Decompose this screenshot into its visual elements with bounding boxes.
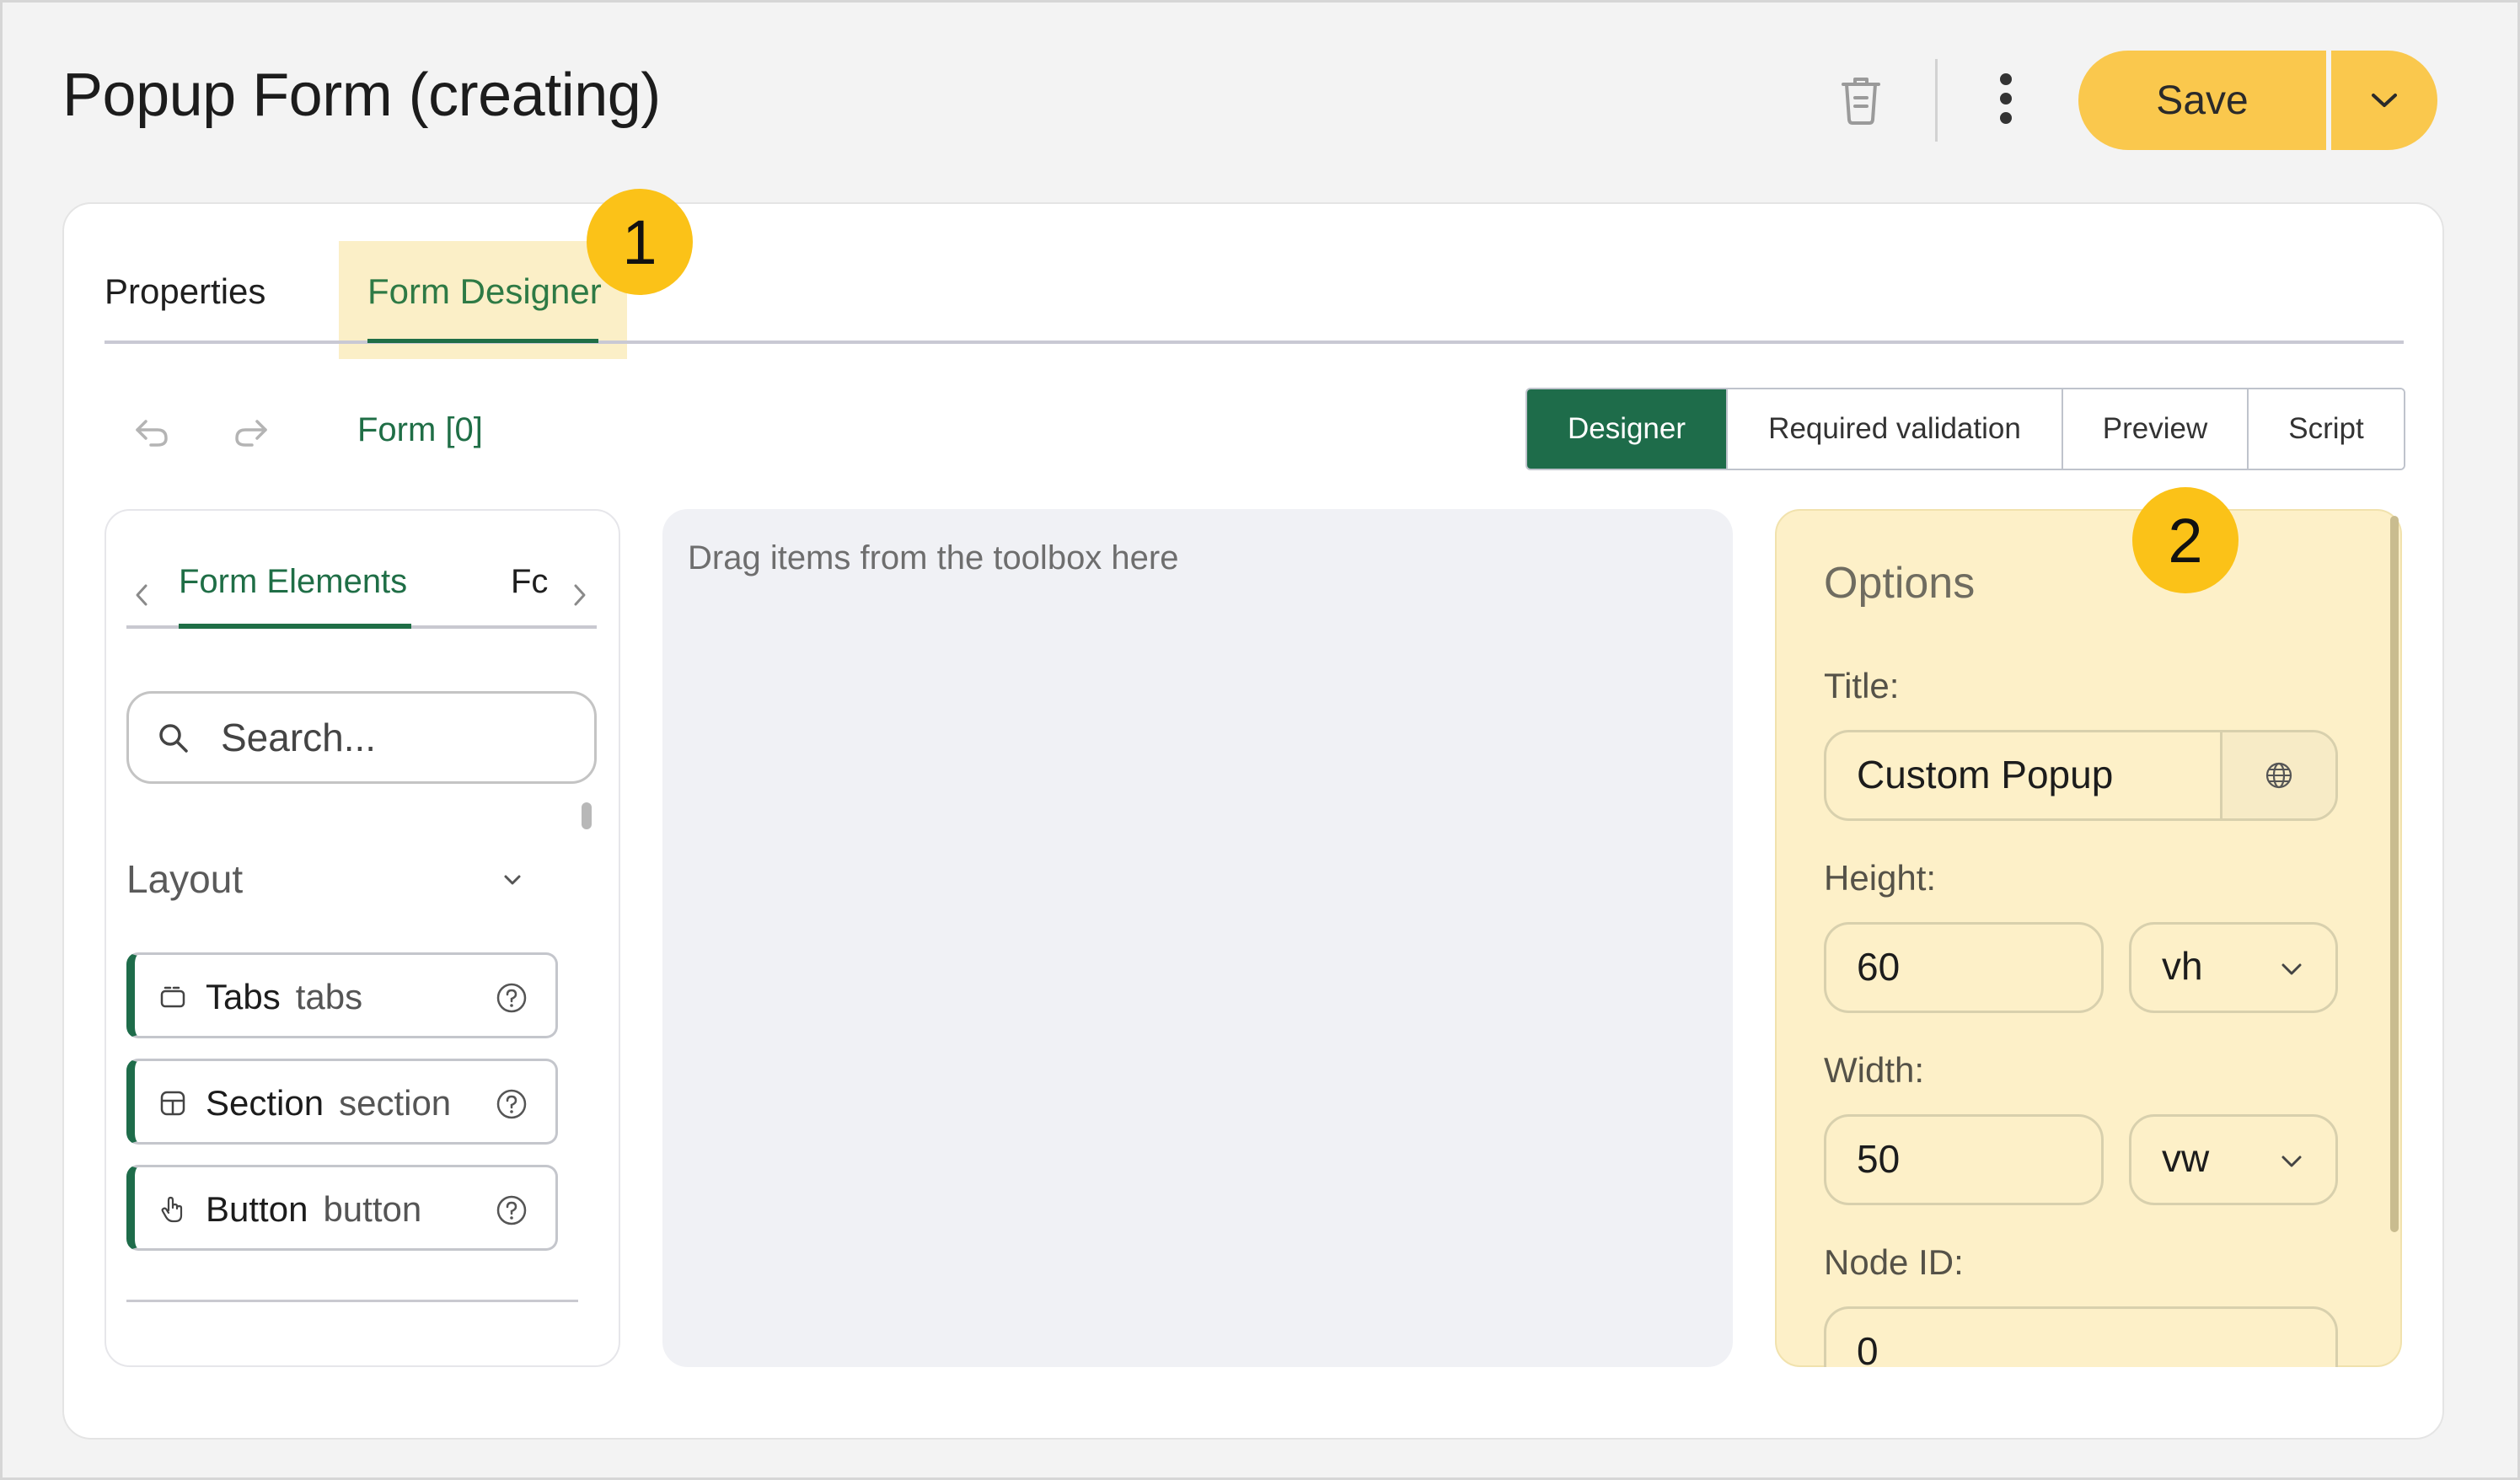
undo-icon (136, 420, 168, 447)
height-unit-select[interactable]: vh (2129, 922, 2338, 1013)
node-id-label: Node ID: (1824, 1242, 1964, 1282)
height-field (1824, 922, 2104, 1013)
tabs-icon (160, 986, 185, 1008)
undo-button[interactable] (126, 411, 177, 455)
globe-icon (2265, 762, 2292, 789)
tab-properties[interactable]: Properties (105, 271, 265, 312)
toolbox-tabs-next-button[interactable] (563, 571, 597, 619)
form-breadcrumb[interactable]: Form [0] (357, 411, 483, 449)
pointer-hand-icon (161, 1196, 183, 1223)
chevron-left-icon (136, 584, 147, 606)
callout-badge-1: 1 (587, 189, 693, 295)
width-label: Width: (1824, 1050, 1925, 1090)
form-canvas-dropzone[interactable] (662, 509, 1733, 1367)
toolbox-item-label: Section section (206, 1083, 452, 1123)
mode-script-button[interactable]: Script (2247, 389, 2404, 469)
active-tab-indicator (367, 339, 598, 343)
chevron-down-icon (2281, 963, 2302, 975)
mode-preview-button[interactable]: Preview (2062, 389, 2247, 469)
translate-button[interactable] (2220, 732, 2335, 818)
help-circle-icon[interactable] (496, 1194, 528, 1226)
chevron-right-icon (574, 584, 586, 606)
options-panel-bottom-edge (1775, 1367, 2415, 1418)
toolbox-divider (126, 1300, 578, 1302)
chevron-down-icon[interactable] (496, 863, 529, 897)
title-input[interactable] (1857, 743, 2219, 807)
more-options-button[interactable] (1981, 69, 2031, 128)
toolbox-tabs-prev-button[interactable] (125, 571, 158, 619)
save-options-dropdown-button[interactable] (2331, 51, 2437, 150)
chevron-down-icon (2372, 94, 2397, 107)
width-field (1824, 1114, 2104, 1205)
save-button[interactable]: Save (2078, 51, 2326, 150)
width-unit-select[interactable]: vw (2129, 1114, 2338, 1205)
mode-designer-button[interactable]: Designer (1527, 389, 1726, 469)
width-unit-value: vw (2162, 1136, 2210, 1180)
toolbox-search-input[interactable] (221, 708, 575, 767)
search-icon (159, 724, 188, 753)
toolbox-item-section[interactable]: Section section (126, 1059, 558, 1145)
toolbox-item-label: Button button (206, 1189, 422, 1229)
width-input[interactable] (1857, 1127, 2077, 1191)
height-input[interactable] (1857, 935, 2077, 999)
toolbox-item-label: Tabs tabs (206, 977, 363, 1016)
section-icon (160, 1091, 185, 1116)
toolbox-active-tab-indicator (179, 624, 411, 629)
redo-button[interactable] (226, 411, 276, 455)
toolbox-tab-next[interactable]: Fc (511, 563, 550, 601)
toolbox-scrollbar[interactable] (582, 802, 592, 829)
toolbox-item-tabs[interactable]: Tabs tabs (126, 952, 558, 1038)
canvas-hint: Drag items from the toolbox here (688, 539, 1179, 576)
toolbox-tab-form-elements[interactable]: Form Elements (179, 563, 407, 601)
options-scrollbar[interactable] (2390, 516, 2399, 1232)
help-circle-icon[interactable] (496, 1088, 528, 1120)
page-title: Popup Form (creating) (62, 62, 661, 129)
chevron-down-icon (2281, 1156, 2302, 1167)
callout-badge-2: 2 (2132, 487, 2239, 593)
title-label: Title: (1824, 666, 1900, 705)
trash-icon (1842, 78, 1880, 125)
height-unit-value: vh (2162, 944, 2203, 988)
help-circle-icon[interactable] (496, 982, 528, 1014)
height-label: Height: (1824, 858, 1937, 898)
header-divider (1935, 59, 1938, 142)
mode-required-validation-button[interactable]: Required validation (1726, 389, 2062, 469)
toolbox-group-label: Layout (126, 857, 244, 901)
toolbox-item-button[interactable]: Button button (126, 1165, 558, 1251)
tab-form-designer[interactable]: Form Designer (367, 271, 602, 312)
delete-button[interactable] (1834, 72, 1888, 126)
more-vertical-icon (2000, 73, 2012, 124)
redo-icon (235, 420, 267, 447)
designer-mode-switch: Designer Required validation Preview Scr… (1525, 388, 2405, 470)
options-title: Options (1824, 559, 1976, 608)
